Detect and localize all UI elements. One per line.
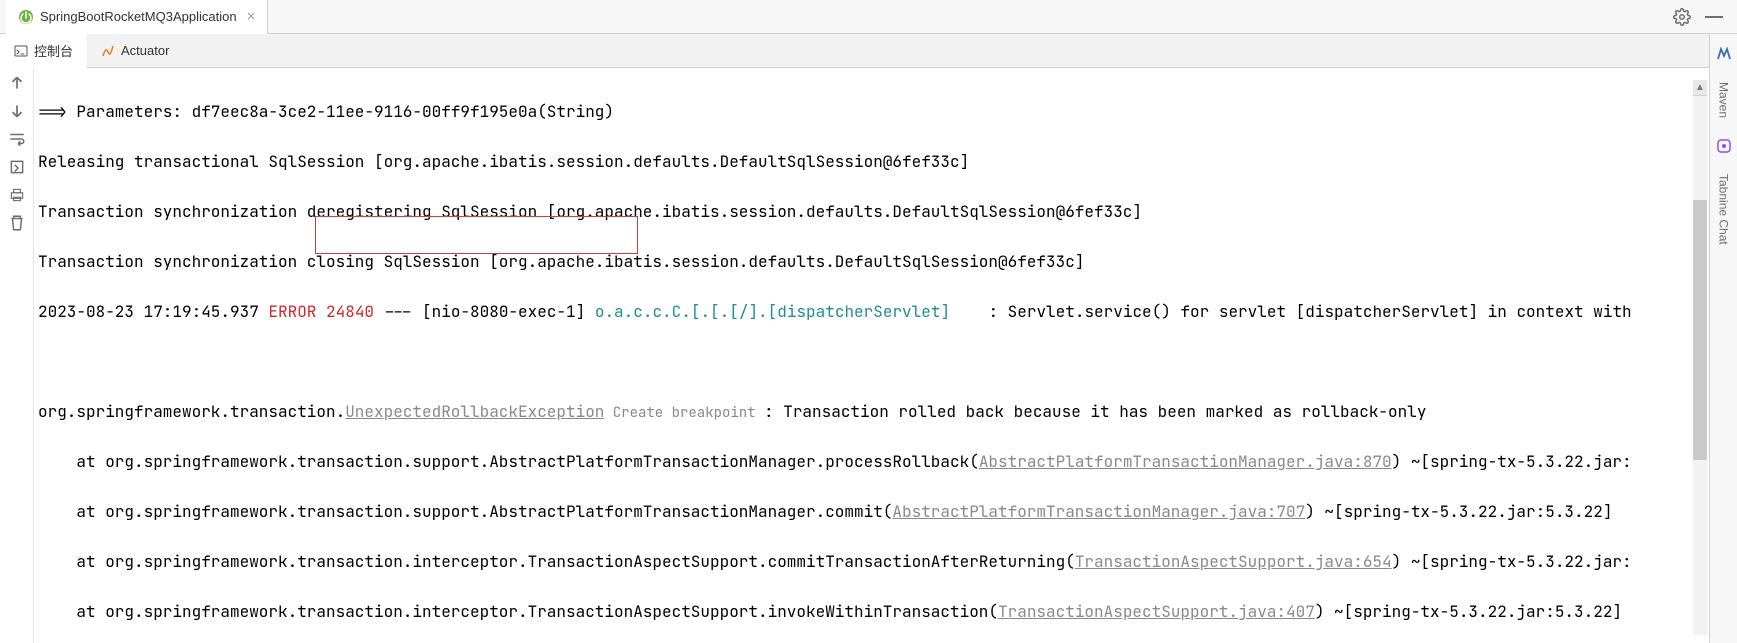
print-icon[interactable]	[8, 186, 26, 204]
log-blank	[38, 349, 1733, 374]
exception-class-link[interactable]: UnexpectedRollbackException	[345, 401, 604, 422]
run-config-tab[interactable]: SpringBootRocketMQ3Application ×	[6, 0, 268, 34]
spring-boot-icon	[18, 9, 34, 25]
console-icon	[14, 44, 28, 58]
log-line: Releasing transactional SqlSession [org.…	[38, 149, 1733, 174]
tabnine-icon[interactable]	[1716, 138, 1732, 154]
trash-icon[interactable]	[8, 214, 26, 232]
tab-title: SpringBootRocketMQ3Application	[40, 9, 237, 24]
right-tool-strip: Maven Tabnine Chat	[1709, 34, 1737, 643]
highlight-box	[315, 216, 638, 254]
console-tab-label: 控制台	[34, 41, 73, 60]
scroll-to-end-icon[interactable]	[8, 158, 26, 176]
log-line: Transaction synchronization closing SqlS…	[38, 249, 1733, 274]
log-line: 2023-08-23 17:19:45.937 ERROR 24840 --- …	[38, 299, 1733, 324]
maven-icon[interactable]	[1716, 46, 1732, 62]
actuator-tab[interactable]: Actuator	[87, 34, 183, 68]
log-line: Transaction synchronization deregisterin…	[38, 199, 1733, 224]
maven-tool-label[interactable]: Maven	[1717, 82, 1731, 118]
vertical-scrollbar[interactable]: ▲	[1693, 80, 1707, 635]
stack-line: at org.springframework.transaction.suppo…	[38, 449, 1733, 474]
console-gutter	[0, 68, 34, 643]
actuator-icon	[101, 44, 115, 58]
create-breakpoint-link[interactable]: Create breakpoint	[604, 404, 764, 422]
source-link[interactable]: AbstractPlatformTransactionManager.java:…	[892, 501, 1305, 522]
tabnine-tool-label[interactable]: Tabnine Chat	[1717, 174, 1731, 245]
scroll-top-button[interactable]: ▲	[1693, 80, 1707, 96]
stack-line: at org.springframework.transaction.suppo…	[38, 499, 1733, 524]
soft-wrap-icon[interactable]	[8, 130, 26, 148]
console-output[interactable]: ==> Parameters: df7eec8a-3ce2-11ee-9116-…	[34, 68, 1737, 643]
source-link[interactable]: TransactionAspectSupport.java:407	[998, 601, 1315, 622]
actuator-tab-label: Actuator	[121, 43, 169, 58]
scroll-up-icon[interactable]	[8, 74, 26, 92]
logger-name: o.a.c.c.C.[.[.[/].[dispatcherServlet]	[595, 301, 950, 322]
stack-line: at org.springframework.transaction.inter…	[38, 599, 1733, 624]
editor-tab-bar: SpringBootRocketMQ3Application ×	[0, 0, 1737, 34]
stack-line: at org.springframework.transaction.inter…	[38, 549, 1733, 574]
exception-line: org.springframework.transaction.Unexpect…	[38, 399, 1733, 424]
source-link[interactable]: TransactionAspectSupport.java:654	[1075, 551, 1392, 572]
scrollbar-thumb[interactable]	[1693, 200, 1707, 460]
gear-icon[interactable]	[1673, 8, 1691, 26]
scroll-down-icon[interactable]	[8, 102, 26, 120]
console-tab[interactable]: 控制台	[0, 34, 87, 68]
close-icon[interactable]: ×	[247, 8, 256, 25]
log-level-error: ERROR	[268, 301, 316, 322]
source-link[interactable]: AbstractPlatformTransactionManager.java:…	[979, 451, 1392, 472]
log-line: ==> Parameters: df7eec8a-3ce2-11ee-9116-…	[38, 99, 1733, 124]
tool-sub-bar: 控制台 Actuator	[0, 34, 1737, 68]
minimize-icon[interactable]	[1705, 15, 1723, 19]
